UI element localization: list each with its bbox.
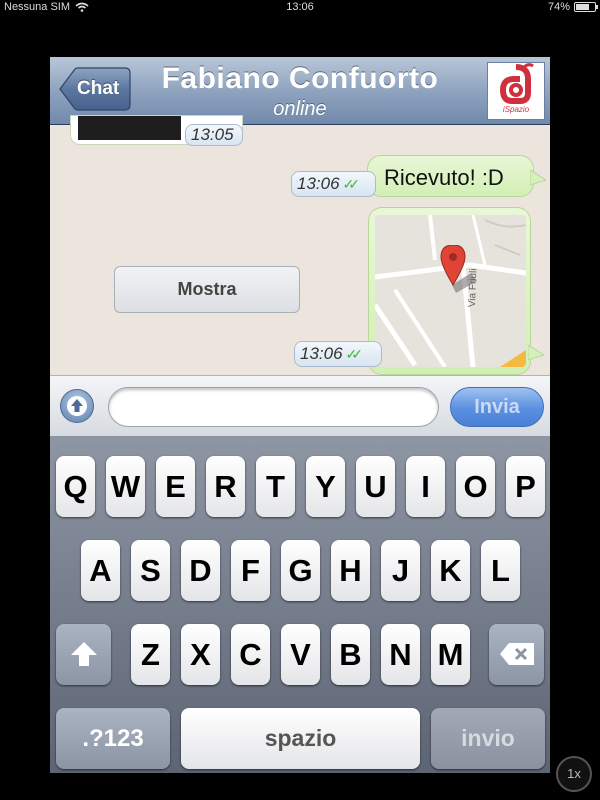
backspace-key[interactable] — [489, 624, 544, 685]
chat-area: 13:05 Ricevuto! :D 13:06 ✓✓ Mostra Via F… — [50, 115, 550, 375]
show-location-button[interactable]: Mostra — [114, 266, 300, 313]
read-checkmarks-icon: ✓✓ — [345, 345, 364, 362]
status-bar: Nessuna SIM 13:06 74% — [0, 0, 600, 16]
key-w[interactable]: W — [106, 456, 145, 517]
app-screen: Chat Fabiano Confuorto online iSpazio 13… — [50, 57, 550, 773]
battery-icon — [574, 2, 598, 12]
status-time: 13:06 — [286, 1, 314, 13]
send-button[interactable]: Invia — [450, 387, 544, 427]
outgoing-location-message[interactable]: Via Friuli — [368, 207, 531, 375]
key-t[interactable]: T — [256, 456, 295, 517]
key-n[interactable]: N — [381, 624, 420, 685]
key-l[interactable]: L — [481, 540, 520, 601]
ispazio-logo-icon — [499, 63, 534, 104]
key-g[interactable]: G — [281, 540, 320, 601]
key-h[interactable]: H — [331, 540, 370, 601]
bubble-tail-icon — [530, 170, 546, 186]
battery-percent: 74% — [547, 1, 570, 13]
space-key[interactable]: spazio — [181, 708, 420, 769]
key-m[interactable]: M — [431, 624, 470, 685]
key-r[interactable]: R — [206, 456, 245, 517]
location-map-thumbnail[interactable]: Via Friuli — [375, 215, 526, 367]
key-f[interactable]: F — [231, 540, 270, 601]
upload-arrow-icon — [67, 396, 87, 416]
key-u[interactable]: U — [356, 456, 395, 517]
key-a[interactable]: A — [81, 540, 120, 601]
key-v[interactable]: V — [281, 624, 320, 685]
message-input-bar: Invia — [50, 375, 550, 437]
outgoing-text-message[interactable]: Ricevuto! :D — [367, 155, 534, 197]
timestamp-text: 13:05 — [191, 125, 234, 144]
message-timestamp: 13:05 — [185, 124, 243, 146]
key-x[interactable]: X — [181, 624, 220, 685]
key-e[interactable]: E — [156, 456, 195, 517]
key-q[interactable]: Q — [56, 456, 95, 517]
key-k[interactable]: K — [431, 540, 470, 601]
message-timestamp: 13:06 ✓✓ — [294, 341, 382, 367]
read-checkmarks-icon: ✓✓ — [342, 175, 361, 192]
zoom-button[interactable]: 1x — [556, 756, 592, 792]
key-i[interactable]: I — [406, 456, 445, 517]
attach-button[interactable] — [60, 389, 94, 423]
shift-key[interactable] — [56, 624, 111, 685]
keyboard: Q W E R T Y U I O P A S D F G H J K L Z … — [50, 437, 550, 773]
timestamp-text: 13:06 — [300, 344, 343, 363]
contact-name: Fabiano Confuorto — [161, 62, 439, 95]
map-street-label: Via Friuli — [467, 268, 480, 308]
key-p[interactable]: P — [506, 456, 545, 517]
key-c[interactable]: C — [231, 624, 270, 685]
numbers-key[interactable]: .?123 — [56, 708, 170, 769]
key-j[interactable]: J — [381, 540, 420, 601]
key-s[interactable]: S — [131, 540, 170, 601]
key-d[interactable]: D — [181, 540, 220, 601]
image-thumbnail — [78, 116, 181, 140]
message-input[interactable] — [108, 387, 439, 427]
key-z[interactable]: Z — [131, 624, 170, 685]
message-timestamp: 13:06 ✓✓ — [291, 171, 376, 197]
enter-key[interactable]: invio — [431, 708, 545, 769]
timestamp-text: 13:06 — [297, 174, 340, 193]
message-text: Ricevuto! :D — [384, 165, 504, 190]
key-o[interactable]: O — [456, 456, 495, 517]
shift-arrow-icon — [70, 642, 97, 666]
key-b[interactable]: B — [331, 624, 370, 685]
backspace-icon — [499, 643, 534, 665]
key-y[interactable]: Y — [306, 456, 345, 517]
contact-avatar[interactable]: iSpazio — [487, 62, 545, 120]
battery-indicator: 74% — [547, 1, 598, 13]
avatar-logo-text: iSpazio — [502, 105, 530, 114]
bubble-tail-icon — [528, 345, 544, 361]
